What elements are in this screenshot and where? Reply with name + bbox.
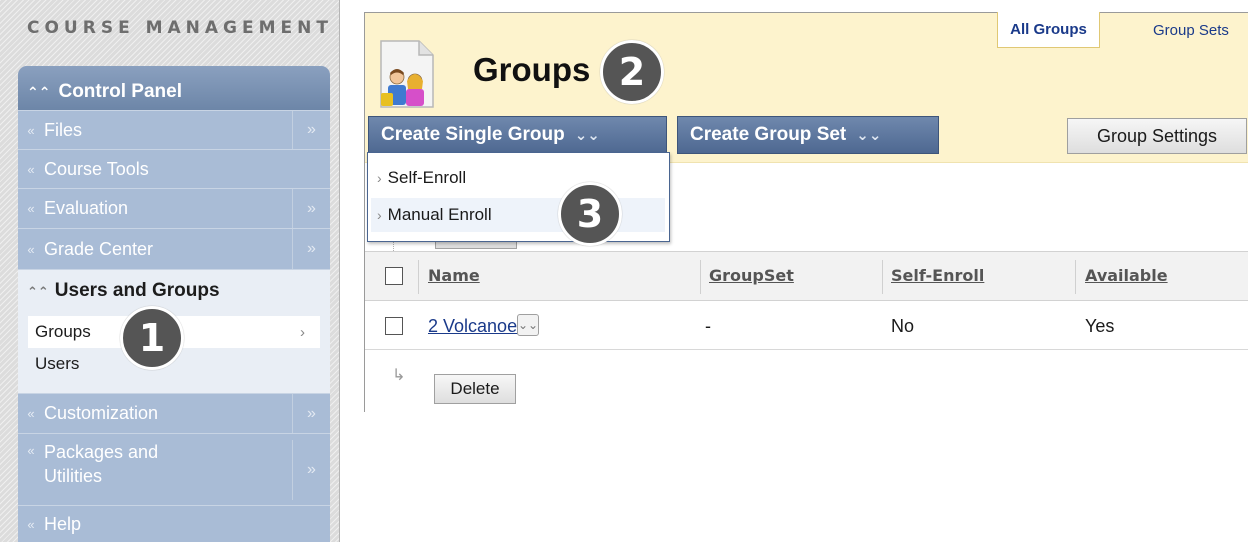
step-callout-2: 2 — [600, 40, 664, 104]
control-panel-title: Control Panel — [58, 81, 182, 102]
double-right-arrow-icon[interactable]: » — [292, 394, 330, 433]
sidebar-item-label: Course Tools — [44, 158, 149, 179]
menu-item-label: Self-Enroll — [387, 168, 467, 187]
group-name-link[interactable]: 2 Volcanoes — [428, 316, 526, 337]
sidebar-item-help[interactable]: « Help — [18, 505, 330, 542]
chevron-down-icon: « — [27, 161, 35, 177]
page-header: All Groups Group Sets Groups Create Sing… — [365, 12, 1248, 163]
control-panel: ⌃⌃ Control Panel « Files » « Course Tool… — [18, 66, 330, 542]
chevron-down-icon: « — [27, 241, 35, 257]
column-header-groupset[interactable]: GroupSet — [709, 266, 794, 285]
groupset-cell: - — [705, 316, 711, 336]
groups-people-icon — [380, 40, 434, 108]
sidebar-item-packages-and-utilities[interactable]: « Packages and Utilities » — [18, 433, 330, 505]
create-group-set-button[interactable]: Create Group Set ⌄⌄ — [677, 116, 939, 154]
chevron-down-icon: « — [27, 406, 35, 421]
return-arrow-icon: ↳ — [392, 367, 406, 384]
double-right-arrow-icon[interactable]: » — [292, 111, 330, 149]
sidebar-item-evaluation[interactable]: « Evaluation » — [18, 188, 330, 228]
tab-all-groups[interactable]: All Groups — [997, 12, 1100, 48]
users-and-groups-label: Users and Groups — [54, 280, 220, 301]
row-options-menu-button[interactable]: ⌄⌄ — [517, 314, 539, 336]
menu-item-label: Manual Enroll — [387, 205, 492, 224]
double-down-chevron-icon: ⌄⌄ — [856, 127, 882, 144]
page-title: Groups — [473, 51, 591, 88]
column-header-self-enroll[interactable]: Self-Enroll — [891, 266, 984, 285]
group-settings-button[interactable]: Group Settings — [1067, 118, 1247, 154]
sidebar-item-grade-center[interactable]: « Grade Center » — [18, 228, 330, 269]
right-arrow-icon: › — [300, 323, 305, 341]
double-right-arrow-icon[interactable]: » — [292, 229, 330, 269]
column-divider — [882, 260, 883, 294]
delete-button[interactable]: Delete — [434, 374, 516, 404]
sidebar-item-course-tools[interactable]: « Course Tools — [18, 149, 330, 188]
available-cell: Yes — [1085, 316, 1115, 336]
step-callout-1: 1 — [120, 306, 184, 370]
sidebar-item-label: Grade Center — [44, 238, 154, 259]
column-divider — [418, 260, 419, 294]
column-header-available[interactable]: Available — [1085, 266, 1168, 285]
sidebar-item-label: Evaluation — [44, 198, 129, 218]
tab-group-sets[interactable]: Group Sets — [1153, 22, 1229, 39]
create-group-set-label: Create Group Set — [690, 124, 847, 145]
double-right-arrow-icon[interactable]: » — [292, 189, 330, 228]
create-single-group-button[interactable]: Create Single Group ⌄⌄ — [368, 116, 667, 154]
sidebar-item-label: Help — [44, 514, 82, 534]
double-down-chevron-icon: ⌄⌄ — [574, 127, 600, 144]
menu-item-self-enroll[interactable]: › Self-Enroll — [371, 161, 665, 195]
right-arrow-icon: › — [377, 207, 382, 223]
chevron-up-icon: ⌃⌃ — [27, 284, 49, 299]
chevron-up-icon: ⌃⌃ — [27, 84, 51, 100]
column-divider — [1075, 260, 1076, 294]
create-single-group-dropdown: › Self-Enroll › Manual Enroll — [367, 152, 670, 242]
chevron-down-icon: « — [27, 443, 35, 458]
sidebar-item-files[interactable]: « Files » — [18, 110, 330, 149]
course-management-sidebar: COURSE MANAGEMENT ⌃⌃ Control Panel « Fil… — [0, 0, 340, 542]
double-right-arrow-icon[interactable]: » — [292, 440, 330, 500]
sidebar-item-label: Customization — [44, 403, 159, 423]
sidebar-item-customization[interactable]: « Customization » — [18, 393, 330, 433]
control-panel-header[interactable]: ⌃⌃ Control Panel — [18, 66, 330, 110]
table-header: Name GroupSet Self-Enroll Available — [365, 251, 1248, 301]
sidebar-item-label: Files — [44, 119, 83, 140]
select-all-checkbox[interactable] — [385, 267, 403, 285]
self-enroll-cell: No — [891, 316, 915, 336]
chevron-down-icon: « — [27, 122, 35, 138]
users-and-groups-heading[interactable]: ⌃⌃ Users and Groups — [27, 280, 220, 302]
chevron-down-icon: « — [27, 201, 35, 216]
row-checkbox[interactable] — [385, 317, 403, 335]
column-header-name[interactable]: Name — [428, 266, 480, 285]
chevron-down-icon: « — [27, 517, 35, 532]
step-callout-3: 3 — [558, 182, 622, 246]
course-management-title: COURSE MANAGEMENT — [27, 18, 333, 38]
table-row: 2 Volcanoes ⌄⌄ - No Yes — [365, 302, 1248, 350]
sidebar-item-users[interactable]: Users — [35, 354, 79, 374]
create-single-group-label: Create Single Group — [381, 124, 565, 145]
right-arrow-icon: › — [377, 170, 382, 186]
sidebar-item-label: Packages and Utilities — [44, 442, 159, 486]
column-divider — [700, 260, 701, 294]
table-footer: ↳ Delete — [365, 351, 1248, 413]
